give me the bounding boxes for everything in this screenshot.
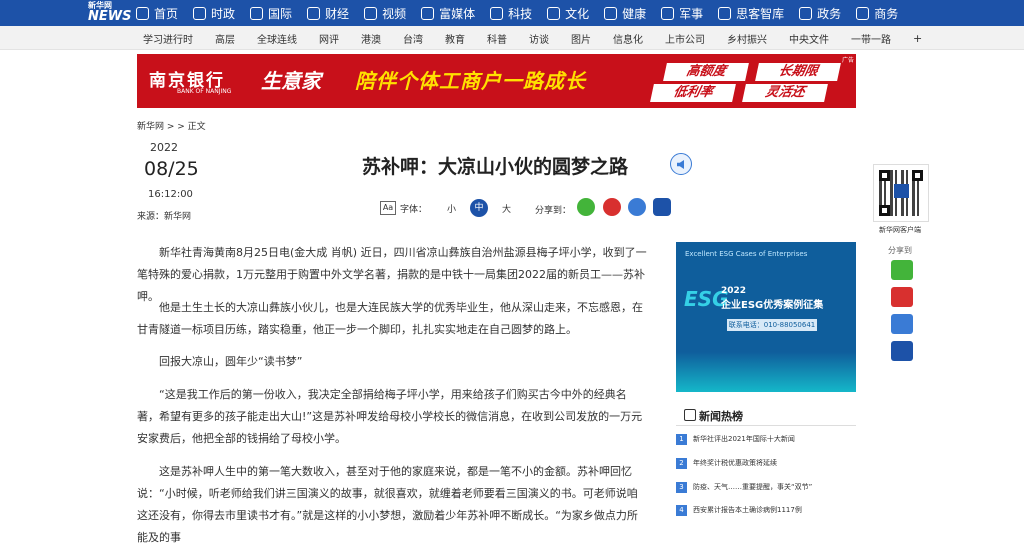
wechat-share-icon[interactable] [577, 198, 595, 216]
hot-news-item[interactable]: 4 西安累计报告本土确诊病例1117例 [676, 503, 856, 517]
date-year: 2022 [150, 141, 178, 154]
subnav-item[interactable]: 全球连线 [257, 31, 297, 46]
subnav-item[interactable]: 科普 [487, 31, 507, 46]
nav-item-military[interactable]: 军事 [661, 5, 703, 22]
banner-slogan: 陪伴个体工商户一路成长 [355, 69, 586, 93]
banner-tag: 低利率 [650, 84, 736, 102]
article-paragraph: 这是苏补呷人生中的第一笔大数收入，甚至对于他的家庭来说，都是一笔不小的金额。苏补… [137, 465, 638, 544]
article-title: 苏补呷：大凉山小伙的圆梦之路 [362, 156, 629, 178]
date-time: 16:12:00 [148, 189, 193, 200]
font-size-icon: Aa [380, 201, 396, 215]
nav-item-media[interactable]: 富媒体 [421, 5, 475, 22]
subnav-item[interactable]: 信息化 [613, 31, 643, 46]
banner-brand: 生意家 [261, 69, 321, 93]
nav-item-business[interactable]: 商务 [856, 5, 898, 22]
nav-item-gov[interactable]: 政务 [799, 5, 841, 22]
article-paragraph: “这是我工作后的第一份收入，我决定全部捐给梅子坪小学，用来给孩子们购买古今中外的… [137, 388, 643, 445]
app-qr-code [873, 164, 929, 222]
subnav-item[interactable]: 网评 [319, 31, 339, 46]
share-label: 分享到： [535, 206, 572, 216]
article-subheading: 回报大凉山，圆年少“读书梦” [159, 355, 303, 368]
font-size-label: 字体： [400, 204, 428, 215]
subnav-item[interactable]: 乡村振兴 [727, 31, 767, 46]
subnav-item[interactable]: 访谈 [529, 31, 549, 46]
gov-icon [799, 6, 813, 20]
military-icon [661, 6, 675, 20]
politics-icon [193, 6, 207, 20]
article-paragraph: 他是土生土长的大凉山彝族小伙儿，也是大连民族大学的优秀毕业生，他从深山走来，不忘… [137, 301, 643, 336]
banner-tag: 高额度 [663, 63, 749, 81]
hot-news-item[interactable]: 3 防疫、天气……重要提醒，事关“双节” [676, 480, 856, 494]
esg-year: 2022 [721, 286, 747, 296]
site-logo[interactable]: 新华网 NEWS [88, 1, 132, 25]
book-icon [547, 6, 561, 20]
date-monthday: 08/25 [144, 158, 199, 180]
side-link-icon[interactable] [891, 314, 913, 334]
subnav-item[interactable]: 图片 [571, 31, 591, 46]
nav-item-home[interactable]: 首页 [136, 5, 178, 22]
mobile-share-icon[interactable] [653, 198, 671, 216]
hot-news-item[interactable]: 1 新华社评出2021年国际十大新闻 [676, 432, 856, 446]
business-icon [856, 6, 870, 20]
esg-logo-text: Excellent ESG Cases of Enterprises [685, 250, 808, 258]
banner-tag: 长期限 [755, 63, 841, 81]
hot-news-icon [684, 409, 696, 421]
article-source: 来源：新华网 [137, 212, 192, 222]
side-share-label: 分享到 [888, 246, 912, 255]
nav-item-culture[interactable]: 文化 [547, 5, 589, 22]
font-small-button[interactable]: 小 [447, 202, 456, 215]
nav-item-health[interactable]: 健康 [604, 5, 646, 22]
bank-name-en: BANK OF NANJING [177, 88, 232, 95]
subnav-item[interactable]: 高层 [215, 31, 235, 46]
subnav-item[interactable]: 港澳 [361, 31, 381, 46]
subnav-item[interactable]: 中央文件 [789, 31, 829, 46]
qr-label: 新华网客户端 [879, 226, 921, 234]
font-medium-button[interactable]: 中 [470, 199, 489, 217]
media-icon [421, 6, 435, 20]
globe-icon [250, 6, 264, 20]
nav-item-finance[interactable]: 财经 [307, 5, 349, 22]
subnav-item[interactable]: 上市公司 [665, 31, 705, 46]
hot-news-title: 新闻热榜 [699, 410, 743, 423]
subnav-item[interactable]: 一带一路 [851, 31, 891, 46]
banner-tag: 灵活还 [742, 84, 828, 102]
subnav-item[interactable]: 台湾 [403, 31, 423, 46]
app-logo-icon [894, 184, 909, 198]
esg-title: 企业ESG优秀案例征集 [721, 300, 824, 311]
top-nav-bar: 新华网 NEWS 首页 时政 国际 财经 视频 富媒体 科技 文化 健康 军事 … [0, 0, 1024, 26]
side-wechat-icon[interactable] [891, 260, 913, 280]
subnav-item[interactable]: 教育 [445, 31, 465, 46]
subnav-more-button[interactable]: + [913, 32, 922, 45]
speaker-icon[interactable] [670, 153, 692, 175]
breadcrumb[interactable]: 新华网 > > 正文 [137, 119, 206, 132]
side-weibo-icon[interactable] [891, 287, 913, 307]
nav-item-thinktank[interactable]: 思客智库 [718, 5, 784, 22]
video-icon [364, 6, 378, 20]
thinktank-icon [718, 6, 732, 20]
side-mobile-icon[interactable] [891, 341, 913, 361]
weibo-share-icon[interactable] [603, 198, 621, 216]
esg-phone: 联系电话：010-88050641 [727, 319, 817, 331]
nav-item-world[interactable]: 国际 [250, 5, 292, 22]
home-icon [136, 6, 149, 20]
font-large-button[interactable]: 大 [502, 202, 511, 215]
hot-news-item[interactable]: 2 年终奖计税优惠政策将延续 [676, 456, 856, 470]
nav-item-video[interactable]: 视频 [364, 5, 406, 22]
sub-nav-bar: 学习进行时 高层 全球连线 网评 港澳 台湾 教育 科普 访谈 图片 信息化 上… [0, 26, 1024, 50]
ad-label: 广告 [841, 57, 854, 64]
font-size-tools: Aa 字体： 小 中 大 [380, 199, 511, 217]
health-icon [604, 6, 618, 20]
tech-icon [490, 6, 504, 20]
subnav-item[interactable]: 学习进行时 [143, 31, 193, 46]
finance-icon [307, 6, 321, 20]
nav-item-politics[interactable]: 时政 [193, 5, 235, 22]
ad-banner[interactable]: 南京银行 BANK OF NANJING 生意家 陪伴个体工商户一路成长 高额度… [137, 54, 856, 108]
nav-item-tech[interactable]: 科技 [490, 5, 532, 22]
main-nav: 首页 时政 国际 财经 视频 富媒体 科技 文化 健康 军事 思客智库 政务 商… [136, 0, 913, 26]
logo-main-text: NEWS [88, 9, 132, 24]
hot-news-header: 新闻热榜 [676, 404, 856, 426]
link-share-icon[interactable] [628, 198, 646, 216]
esg-ad[interactable]: Excellent ESG Cases of Enterprises ESG 2… [676, 242, 856, 392]
